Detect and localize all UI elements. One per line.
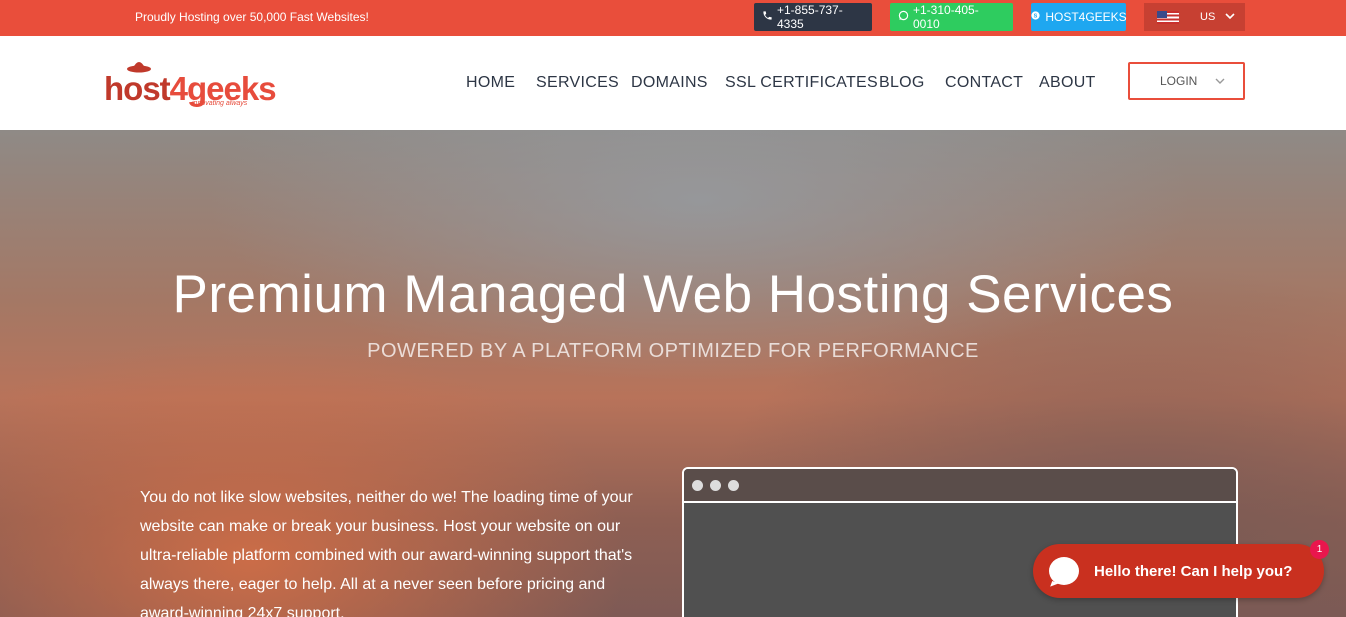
login-button[interactable]: LOGIN — [1128, 62, 1245, 100]
chat-notification-badge: 1 — [1310, 540, 1329, 559]
chevron-down-icon — [1215, 74, 1225, 88]
site-logo[interactable]: host4geeks innovating always — [104, 58, 289, 112]
nav-domains[interactable]: DOMAINS — [631, 74, 708, 92]
main-header: host4geeks innovating always HOME SERVIC… — [0, 36, 1346, 130]
nav-home[interactable]: HOME — [466, 74, 515, 92]
chat-message: Hello there! Can I help you? — [1094, 562, 1293, 580]
hero-title: Premium Managed Web Hosting Services — [172, 265, 1174, 324]
nav-about[interactable]: ABOUT — [1039, 74, 1096, 92]
whatsapp-number: +1-310-405-0010 — [913, 3, 979, 31]
logo-tagline: innovating always — [192, 100, 248, 107]
nav-ssl-certificates[interactable]: SSL CERTIFICATES — [725, 74, 878, 92]
skype-button[interactable]: S HOST4GEEKS — [1030, 3, 1127, 31]
phone-number: +1-855-737-4335 — [777, 3, 843, 31]
chat-widget-button[interactable]: Hello there! Can I help you? — [1033, 544, 1324, 598]
whatsapp-button[interactable]: +1-310-405-0010 — [890, 3, 1013, 31]
nav-services[interactable]: SERVICES — [536, 74, 619, 92]
language-code: US — [1200, 11, 1216, 23]
chat-bubble-icon — [1049, 557, 1079, 585]
hero-subtitle: POWERED BY A PLATFORM OPTIMIZED FOR PERF… — [367, 340, 979, 362]
login-label: LOGIN — [1160, 74, 1198, 88]
window-dot-icon — [692, 479, 703, 491]
hero-description: You do not like slow websites, neither d… — [140, 489, 633, 617]
chevron-down-icon — [1225, 11, 1235, 23]
phone-button[interactable]: +1-855-737-4335 — [754, 3, 872, 31]
skype-icon: S — [1030, 10, 1041, 24]
top-bar: Proudly Hosting over 50,000 Fast Website… — [0, 0, 1346, 36]
top-tagline: Proudly Hosting over 50,000 Fast Website… — [135, 10, 369, 24]
whatsapp-icon — [898, 10, 909, 24]
logo-wordmark: host4geeks — [104, 70, 277, 107]
window-dot-icon — [728, 479, 739, 491]
svg-text:S: S — [1034, 13, 1038, 19]
browser-mockup-toolbar — [684, 469, 1236, 503]
window-dot-icon — [710, 479, 721, 491]
us-flag-icon — [1157, 10, 1179, 24]
language-selector[interactable]: US — [1144, 3, 1245, 31]
nav-blog[interactable]: BLOG — [879, 74, 925, 92]
skype-handle: HOST4GEEKS — [1045, 10, 1127, 24]
phone-icon — [762, 10, 773, 24]
nav-contact[interactable]: CONTACT — [945, 74, 1023, 92]
